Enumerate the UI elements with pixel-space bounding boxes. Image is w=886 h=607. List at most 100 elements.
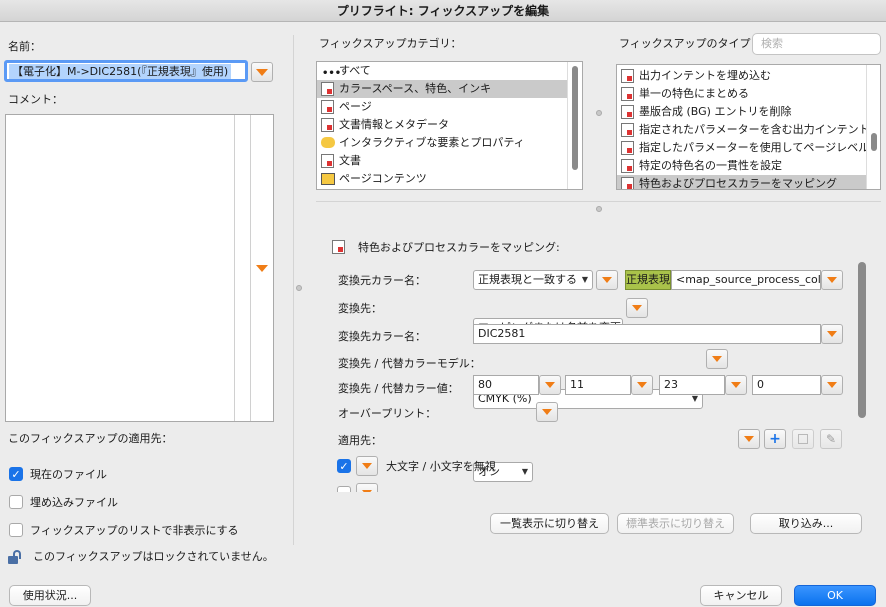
- detail-panel: 特色およびプロセスカラーをマッピング: 変換元カラー名： 正規表現と一致する ▼ …: [316, 226, 881, 492]
- window-title: プリフライト: フィックスアップを編集: [0, 0, 886, 22]
- magenta-input[interactable]: 11: [565, 375, 631, 395]
- detail-scrollbar[interactable]: [858, 262, 866, 418]
- fixup-icon: [621, 159, 634, 173]
- category-item-docinfo[interactable]: 文書情報とメタデータ: [317, 116, 567, 134]
- detail-heading: 特色およびプロセスカラーをマッピング:: [358, 241, 560, 254]
- overprint-label: オーバープリント：: [338, 407, 437, 420]
- source-match-button[interactable]: [596, 270, 618, 290]
- category-label: フィックスアップカテゴリ：: [319, 37, 462, 50]
- alt-model-button[interactable]: [706, 349, 728, 369]
- comment-bubble-icon: [321, 137, 335, 148]
- dropdown-arrow-icon: [256, 265, 268, 272]
- type-list[interactable]: 出力インテントを埋め込む 単一の特色にまとめる 墨版合成 (BG) エントリを削…: [616, 64, 881, 190]
- fixup-icon: [621, 69, 634, 83]
- apply-button[interactable]: [738, 429, 760, 449]
- chevron-down-icon: ▼: [521, 467, 528, 476]
- fixup-icon: [621, 87, 634, 101]
- hide-in-list-label: フィックスアップのリストで非表示にする: [30, 524, 239, 537]
- category-item-page[interactable]: ページ: [317, 98, 567, 116]
- cyan-button[interactable]: [539, 375, 561, 395]
- next-option-button[interactable]: [356, 483, 378, 492]
- category-item-all[interactable]: ••• すべて: [317, 62, 567, 80]
- ignore-case-checkbox[interactable]: ✓: [337, 459, 351, 473]
- comment-label: コメント：: [8, 93, 63, 106]
- chevron-down-icon: ▼: [581, 275, 588, 284]
- alt-model-label: 変換先 / 代替カラーモデル：: [338, 357, 481, 370]
- applies-label: このフィックスアップの適用先：: [8, 432, 173, 445]
- import-button[interactable]: 取り込み...: [750, 513, 862, 534]
- target-button[interactable]: [626, 298, 648, 318]
- source-color-label: 変換元カラー名：: [338, 274, 426, 287]
- source-value-input[interactable]: <map_source_process_colo: [671, 270, 821, 290]
- comment-textarea[interactable]: [5, 114, 274, 422]
- ignore-case-label: 大文字 / 小文字を無視: [386, 460, 496, 473]
- type-item[interactable]: 指定したパラメーターを使用してページレベルで出: [617, 139, 866, 157]
- info-icon: [321, 118, 334, 132]
- usage-button[interactable]: 使用状況...: [9, 585, 91, 606]
- target-name-input[interactable]: DIC2581: [473, 324, 821, 344]
- category-scrollbar[interactable]: [567, 62, 582, 189]
- type-item[interactable]: 指定されたパラメーターを含む出力インテントを埋め: [617, 121, 866, 139]
- cancel-button[interactable]: キャンセル: [700, 585, 782, 606]
- type-item[interactable]: 墨版合成 (BG) エントリを削除: [617, 103, 866, 121]
- type-item[interactable]: 出力インテントを埋め込む: [617, 67, 866, 85]
- splitter-handle[interactable]: [296, 285, 302, 291]
- current-file-label: 現在のファイル: [30, 468, 107, 481]
- black-input[interactable]: 0: [752, 375, 821, 395]
- dropdown-arrow-icon: [256, 68, 268, 76]
- yellow-button[interactable]: [725, 375, 747, 395]
- pdf-document-icon: [321, 154, 334, 168]
- splitter-handle-top[interactable]: [596, 110, 602, 116]
- comment-dropdown-button[interactable]: [256, 265, 268, 272]
- target-label: 変換先：: [338, 302, 382, 315]
- pdf-page-icon: [321, 100, 334, 114]
- category-list[interactable]: ••• すべて カラースペース、特色、インキ ページ 文書情報とメタデータ インタ…: [316, 61, 583, 190]
- cyan-input[interactable]: 80: [473, 375, 539, 395]
- color-fixup-icon: [321, 82, 334, 96]
- target-name-button[interactable]: [821, 324, 843, 344]
- edit-pencil-icon[interactable]: ✎: [820, 429, 842, 449]
- hide-in-list-checkbox[interactable]: [9, 523, 23, 537]
- name-value: 【電子化】M->DIC2581(『正規表現』使用): [9, 64, 232, 79]
- unlock-icon[interactable]: [8, 550, 22, 564]
- type-item[interactable]: 特定の特色名の一貫性を設定: [617, 157, 866, 175]
- name-dropdown-button[interactable]: [251, 62, 273, 82]
- black-button[interactable]: [821, 375, 843, 395]
- ok-button[interactable]: OK: [794, 585, 876, 606]
- list-view-button[interactable]: 一覧表示に切り替え: [490, 513, 609, 534]
- horizontal-divider: [316, 201, 881, 202]
- alt-values-label: 変換先 / 代替カラー値：: [338, 382, 459, 395]
- name-field[interactable]: 【電子化】M->DIC2581(『正規表現』使用): [4, 60, 248, 82]
- duplicate-icon[interactable]: [792, 429, 814, 449]
- ignore-case-button[interactable]: [356, 456, 378, 476]
- category-item-color[interactable]: カラースペース、特色、インキ: [317, 80, 567, 98]
- target-name-label: 変換先カラー名：: [338, 330, 426, 343]
- name-label: 名前：: [8, 40, 41, 53]
- source-value-button[interactable]: [821, 270, 843, 290]
- type-scrollbar[interactable]: [866, 65, 880, 189]
- search-input[interactable]: 検索: [752, 33, 881, 55]
- standard-view-button[interactable]: 標準表示に切り替え: [617, 513, 734, 534]
- source-match-select[interactable]: 正規表現と一致する ▼: [473, 270, 593, 290]
- category-item-page-content[interactable]: ページコンテンツ: [317, 170, 567, 188]
- category-item-document[interactable]: 文書: [317, 152, 567, 170]
- embedded-files-checkbox[interactable]: [9, 495, 23, 509]
- splitter-handle-horizontal[interactable]: [596, 206, 602, 212]
- type-item-selected[interactable]: 特色およびプロセスカラーをマッピング: [617, 175, 866, 189]
- lock-status-text: このフィックスアップはロックされていません。: [33, 550, 274, 563]
- embedded-files-label: 埋め込みファイル: [30, 496, 118, 509]
- category-item-interactive[interactable]: インタラクティブな要素とプロパティ: [317, 134, 567, 152]
- magenta-button[interactable]: [631, 375, 653, 395]
- dots-icon: •••: [322, 68, 342, 79]
- add-icon[interactable]: +: [764, 429, 786, 449]
- yellow-input[interactable]: 23: [659, 375, 725, 395]
- fixup-icon: [621, 105, 634, 119]
- overprint-button[interactable]: [536, 402, 558, 422]
- next-option-checkbox[interactable]: [337, 486, 351, 492]
- regex-badge[interactable]: 正規表現: [625, 270, 671, 290]
- fixup-icon: [621, 123, 634, 137]
- fixup-icon: [621, 141, 634, 155]
- type-item[interactable]: 単一の特色にまとめる: [617, 85, 866, 103]
- current-file-checkbox[interactable]: ✓: [9, 467, 23, 481]
- map-color-icon: [332, 240, 345, 254]
